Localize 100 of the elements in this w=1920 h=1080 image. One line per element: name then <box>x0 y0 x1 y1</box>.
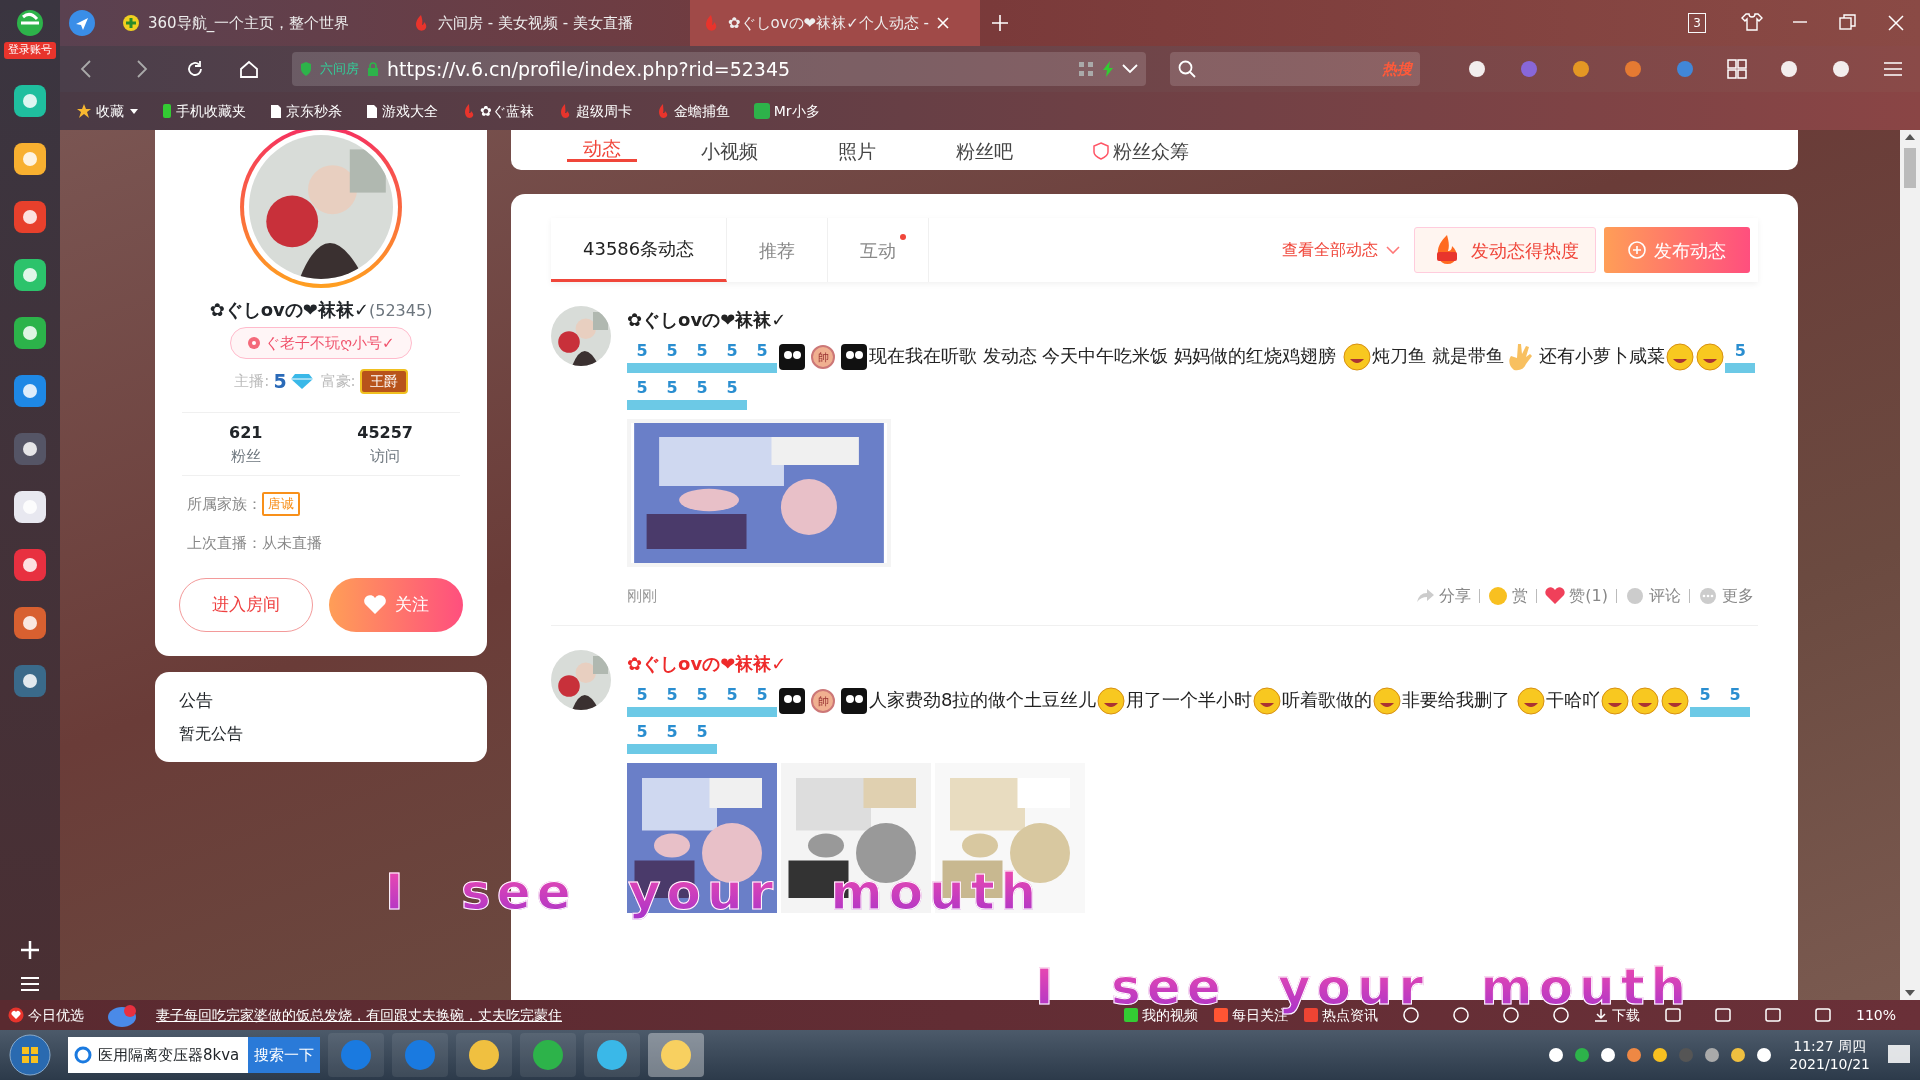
close-icon[interactable] <box>936 17 949 29</box>
address-field[interactable]: 六间房 https://v.6.cn/profile/index.php?rid=52345 <box>292 52 1146 86</box>
home-icon[interactable] <box>238 58 260 80</box>
app-icon[interactable] <box>14 490 46 523</box>
post-action[interactable]: 更多 <box>1694 583 1758 609</box>
start-button-icon[interactable] <box>8 1033 52 1077</box>
app-icon[interactable] <box>14 606 46 639</box>
daily-picks[interactable]: 今日优选 <box>8 1004 84 1026</box>
top-tab[interactable]: 粉丝众筹 <box>1077 140 1205 162</box>
level-badge: 5 <box>687 378 717 410</box>
clock[interactable]: 11:27 周四 2021/10/21 <box>1789 1037 1870 1073</box>
level-badge: 5 <box>747 341 777 373</box>
tray-icon[interactable] <box>1599 1046 1618 1064</box>
bookmark[interactable]: 超级周卡 <box>557 100 632 122</box>
grid-icon[interactable] <box>1726 58 1748 80</box>
lightning-icon[interactable] <box>1101 61 1114 77</box>
last-live-text: 上次直播：从未直播 <box>186 532 323 554</box>
rich-title-badge: 王爵 <box>359 368 408 394</box>
taskbar-search-button[interactable]: 搜索一下 <box>248 1037 320 1073</box>
post-action[interactable]: 评论 <box>1621 583 1685 609</box>
top-tab[interactable]: 小视频 <box>685 140 774 162</box>
level-badge: 5 <box>657 378 687 410</box>
enter-room-button[interactable]: 进入房间 <box>179 578 313 632</box>
post-action[interactable]: 赞(1) <box>1541 583 1612 609</box>
tray-icon[interactable] <box>1651 1046 1670 1064</box>
taskbar-app-icon[interactable] <box>648 1033 704 1077</box>
signature-bubble: ぐ老子不玩ღ小号✓ <box>230 327 412 359</box>
phone-icon <box>162 103 172 119</box>
level-badge: 5 <box>627 341 657 373</box>
browser-tab[interactable]: 360导航_一个主页，整个世界 <box>110 0 400 46</box>
bookmark[interactable]: 收藏 <box>76 100 124 122</box>
app-icon[interactable] <box>14 548 46 581</box>
add-icon[interactable] <box>20 940 40 960</box>
tray-icon[interactable] <box>1547 1046 1566 1064</box>
level-badge: 5 <box>657 341 687 373</box>
bookmark[interactable]: 游戏大全 <box>366 100 438 122</box>
notice-title: 公告 <box>179 689 214 712</box>
app-icon[interactable] <box>14 374 46 407</box>
scroll-up-icon[interactable] <box>1905 134 1915 140</box>
scrollbar-thumb[interactable] <box>1904 148 1916 188</box>
app-icon[interactable] <box>14 200 46 233</box>
bookmark[interactable]: Mr小多 <box>753 100 820 122</box>
top-tab[interactable]: 照片 <box>822 140 892 162</box>
app-icon[interactable] <box>14 258 46 291</box>
notice-text: 暂无公告 <box>179 722 244 745</box>
lock-icon <box>367 62 379 76</box>
level-badge: 5 <box>687 722 717 754</box>
family-badge: 唐诚 <box>262 492 300 516</box>
top-tab[interactable]: 粉丝吧 <box>940 140 1029 162</box>
news-link[interactable]: 妻子每回吃完家婆做的饭总发烧，有回跟丈夫换碗，丈夫吃完蒙住 <box>156 1004 562 1026</box>
plus-circle-icon <box>1628 241 1646 259</box>
taskbar-app-icon[interactable] <box>520 1033 576 1077</box>
tray-icon[interactable] <box>1703 1046 1722 1064</box>
level-badge: 5 <box>687 341 717 373</box>
feed-tab[interactable]: 43586条动态 <box>551 218 728 282</box>
zoom-level[interactable]: 110% <box>1855 1004 1896 1026</box>
caret-icon[interactable] <box>130 108 138 114</box>
post-action[interactable]: 分享 <box>1411 583 1476 609</box>
taskbar-app-icon[interactable] <box>584 1033 640 1077</box>
scrollbar[interactable] <box>1900 130 1920 1000</box>
taskbar-app-icon[interactable] <box>456 1033 512 1077</box>
app-icon[interactable] <box>14 316 46 349</box>
feed-tab[interactable]: 互动 <box>828 218 930 282</box>
sticker-icon <box>839 342 869 372</box>
taskbar-search-field[interactable]: 医用隔离变压器8kva <box>68 1037 248 1073</box>
login-button[interactable]: 登录账号 <box>4 42 56 59</box>
family-label: 所属家族： <box>187 493 262 515</box>
feed-tab[interactable]: 推荐 <box>727 218 829 282</box>
tray-icon[interactable] <box>1729 1046 1748 1064</box>
chevron-down-icon[interactable] <box>1121 64 1138 74</box>
stat-value: 621 <box>229 421 263 444</box>
top-tab[interactable]: 动态 <box>567 137 637 162</box>
app-icon[interactable] <box>14 664 46 697</box>
smiley-icon <box>1341 342 1372 372</box>
bookmark[interactable]: 京东秒杀 <box>270 100 342 122</box>
bookmark[interactable]: 金蟾捕鱼 <box>655 100 730 122</box>
shirt-icon[interactable] <box>1741 12 1763 34</box>
app-icon[interactable] <box>14 84 46 117</box>
level-badge: 5 <box>657 722 687 754</box>
new-tab-icon[interactable] <box>992 15 1008 31</box>
anchor-label: 主播: <box>234 371 270 392</box>
app-icon[interactable] <box>14 142 46 175</box>
smiley-icon <box>1600 686 1631 716</box>
browser-tab[interactable]: 六间房 - 美女视频 - 美女直播 <box>400 0 690 46</box>
level-badge: 5 <box>627 685 657 717</box>
browser-tab[interactable]: ✿ぐしovの❤袜袜✓个人动态 - <box>690 0 980 46</box>
scroll-down-icon[interactable] <box>1905 990 1915 996</box>
bookmark[interactable]: ✿ぐ蓝袜 <box>462 100 534 122</box>
tray-icon[interactable] <box>1755 1046 1774 1064</box>
bookmark[interactable]: 手机收藏夹 <box>162 100 246 122</box>
compass-icon[interactable] <box>68 9 96 37</box>
app-icon[interactable] <box>14 432 46 465</box>
menu-icon[interactable] <box>21 976 39 992</box>
level-badge: 5 <box>717 378 747 410</box>
tab-count[interactable]: 3 <box>1688 13 1706 33</box>
post-text: 现在我在听歌 发动态 今天中午吃米饭 妈妈做的红烧鸡翅膀 <box>869 345 1338 366</box>
view-all-dropdown[interactable]: 查看全部动态 <box>1276 237 1406 263</box>
post-action[interactable]: 赏 <box>1484 583 1533 609</box>
hot-post-button[interactable]: 发动态得热度 <box>1414 227 1596 273</box>
notification-dot <box>900 234 907 240</box>
